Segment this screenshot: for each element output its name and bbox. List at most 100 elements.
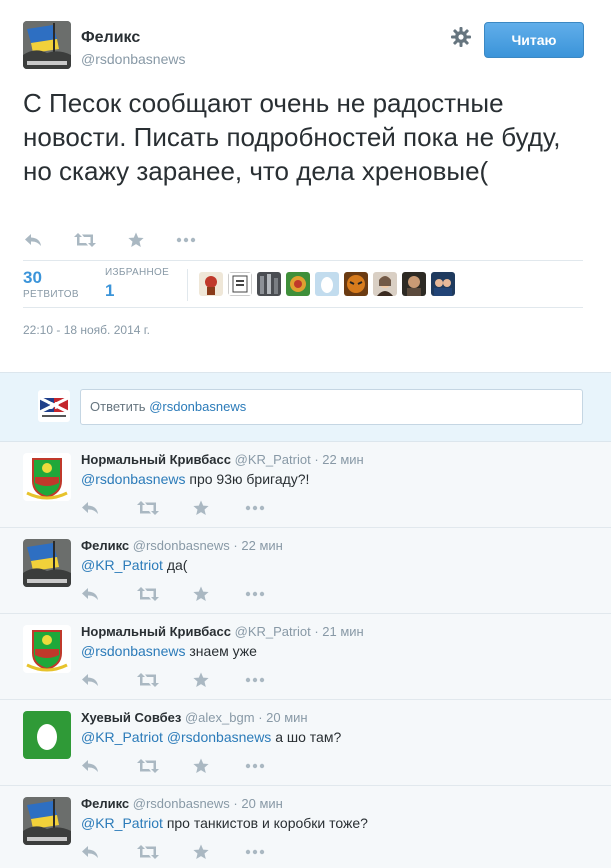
reply-mention[interactable]: @KR_Patriot	[81, 557, 163, 573]
reply-input-prefix: Ответить	[90, 399, 150, 414]
reply-body: да(	[166, 557, 188, 573]
reply-body: а шо там?	[275, 729, 342, 745]
reply-input[interactable]: Ответить @rsdonbasnews	[80, 389, 583, 425]
reply-item[interactable]: Нормальный Кривбасс @KR_Patriot · 21 мин…	[0, 614, 611, 700]
reply-text: @KR_Patriot про танкистов и коробки тоже…	[81, 815, 368, 831]
retweet-icon[interactable]	[137, 757, 159, 775]
replies-list: Нормальный Кривбасс @KR_Patriot · 22 мин…	[0, 442, 611, 868]
retweets-count: 30	[23, 268, 42, 287]
reply-author-name[interactable]: Хуевый Совбез	[81, 710, 181, 725]
reply-time[interactable]: 22 мин	[241, 538, 282, 553]
reply-author-handle[interactable]: @alex_bgm	[185, 710, 255, 725]
reply-author-handle[interactable]: @rsdonbasnews	[133, 796, 230, 811]
retweeter-avatar[interactable]	[286, 272, 310, 296]
reply-actions	[81, 757, 265, 775]
reply-item[interactable]: Нормальный Кривбасс @KR_Patriot · 22 мин…	[0, 442, 611, 528]
retweet-icon[interactable]	[74, 231, 96, 249]
reply-mention[interactable]: @KR_Patriot	[81, 729, 163, 745]
reply-actions	[81, 671, 265, 689]
reply-composer: ЭК Ответить @rsdonbasnews	[0, 372, 611, 442]
retweets-stat[interactable]: 30 РЕТВИТОВ	[23, 267, 79, 300]
more-icon[interactable]	[245, 499, 265, 517]
reply-avatar[interactable]	[23, 711, 71, 759]
gear-icon[interactable]	[450, 26, 472, 48]
reply-author-name[interactable]: Нормальный Кривбасс	[81, 624, 231, 639]
svg-text:ЭК: ЭК	[47, 401, 61, 412]
reply-avatar[interactable]	[23, 453, 71, 501]
author-handle[interactable]: @rsdonbasnews	[81, 51, 186, 67]
reply-author-handle[interactable]: @rsdonbasnews	[133, 538, 230, 553]
retweeter-avatar[interactable]	[402, 272, 426, 296]
retweeter-avatar[interactable]	[228, 272, 252, 296]
reply-header: Хуевый Совбез @alex_bgm · 20 мин	[81, 710, 308, 725]
reply-item[interactable]: Хуевый Совбез @alex_bgm · 20 мин @KR_Pat…	[0, 700, 611, 786]
favorites-stat[interactable]: ИЗБРАННОЕ 1	[105, 267, 169, 302]
reply-body: про танкистов и коробки тоже?	[166, 815, 368, 831]
current-user-avatar: ЭК	[38, 390, 70, 422]
more-icon[interactable]	[176, 231, 196, 249]
favorites-label: ИЗБРАННОЕ	[105, 267, 170, 278]
reply-text: @KR_Patriot да(	[81, 557, 187, 573]
retweet-icon[interactable]	[137, 843, 159, 861]
star-icon[interactable]	[193, 671, 209, 689]
reply-text: @rsdonbasnews знаем уже	[81, 643, 257, 659]
stats-divider	[187, 269, 188, 301]
more-icon[interactable]	[245, 843, 265, 861]
retweeter-avatar[interactable]	[344, 272, 368, 296]
reply-icon[interactable]	[23, 231, 43, 249]
reply-author-name[interactable]: Феликс	[81, 538, 129, 553]
retweets-label: РЕТВИТОВ	[23, 289, 79, 300]
retweeter-avatar[interactable]	[315, 272, 339, 296]
reply-author-handle[interactable]: @KR_Patriot	[235, 624, 311, 639]
retweeter-avatar[interactable]	[431, 272, 455, 296]
reply-avatar[interactable]	[23, 797, 71, 845]
more-icon[interactable]	[245, 757, 265, 775]
author-avatar[interactable]	[23, 21, 71, 69]
star-icon[interactable]	[193, 585, 209, 603]
reply-item[interactable]: Феликс @rsdonbasnews · 22 мин @KR_Patrio…	[0, 528, 611, 614]
reply-author-name[interactable]: Феликс	[81, 796, 129, 811]
reply-text: @KR_Patriot @rsdonbasnews а шо там?	[81, 729, 341, 745]
reply-time[interactable]: 20 мин	[266, 710, 307, 725]
more-icon[interactable]	[245, 671, 265, 689]
reply-item[interactable]: Феликс @rsdonbasnews · 20 мин @KR_Patrio…	[0, 786, 611, 868]
tweet-text: С Песок сообщают очень не радостные ново…	[23, 88, 561, 186]
reply-mention[interactable]: @KR_Patriot	[81, 815, 163, 831]
reply-icon[interactable]	[81, 671, 99, 689]
star-icon[interactable]	[193, 757, 209, 775]
reply-author-handle[interactable]: @KR_Patriot	[235, 452, 311, 467]
reply-time[interactable]: 21 мин	[322, 624, 363, 639]
reply-time[interactable]: 20 мин	[241, 796, 282, 811]
reply-mention[interactable]: @rsdonbasnews	[81, 471, 186, 487]
more-icon[interactable]	[245, 585, 265, 603]
reply-avatar[interactable]	[23, 625, 71, 673]
reply-actions	[81, 499, 265, 517]
reply-avatar[interactable]	[23, 539, 71, 587]
reply-time[interactable]: 22 мин	[322, 452, 363, 467]
star-icon[interactable]	[127, 231, 145, 249]
follow-button[interactable]: Читаю	[484, 22, 584, 58]
retweet-icon[interactable]	[137, 499, 159, 517]
reply-author-name[interactable]: Нормальный Кривбасс	[81, 452, 231, 467]
reply-icon[interactable]	[81, 757, 99, 775]
reply-header: Феликс @rsdonbasnews · 22 мин	[81, 538, 283, 553]
retweeter-avatar[interactable]	[373, 272, 397, 296]
favorites-count: 1	[105, 281, 115, 300]
retweet-icon[interactable]	[137, 585, 159, 603]
retweeter-avatars	[199, 272, 455, 296]
reply-icon[interactable]	[81, 499, 99, 517]
tweet-stats: 30 РЕТВИТОВ ИЗБРАННОЕ 1	[23, 260, 583, 308]
retweeter-avatar[interactable]	[199, 272, 223, 296]
reply-mention[interactable]: @rsdonbasnews	[167, 729, 272, 745]
reply-body: знаем уже	[189, 643, 257, 659]
reply-header: Нормальный Кривбасс @KR_Patriot · 21 мин	[81, 624, 364, 639]
retweet-icon[interactable]	[137, 671, 159, 689]
star-icon[interactable]	[193, 843, 209, 861]
retweeter-avatar[interactable]	[257, 272, 281, 296]
reply-mention[interactable]: @rsdonbasnews	[81, 643, 186, 659]
reply-icon[interactable]	[81, 585, 99, 603]
author-name[interactable]: Феликс	[81, 29, 140, 47]
reply-icon[interactable]	[81, 843, 99, 861]
main-tweet: Феликс @rsdonbasnews Читаю С Песок сообщ…	[0, 0, 611, 372]
star-icon[interactable]	[193, 499, 209, 517]
